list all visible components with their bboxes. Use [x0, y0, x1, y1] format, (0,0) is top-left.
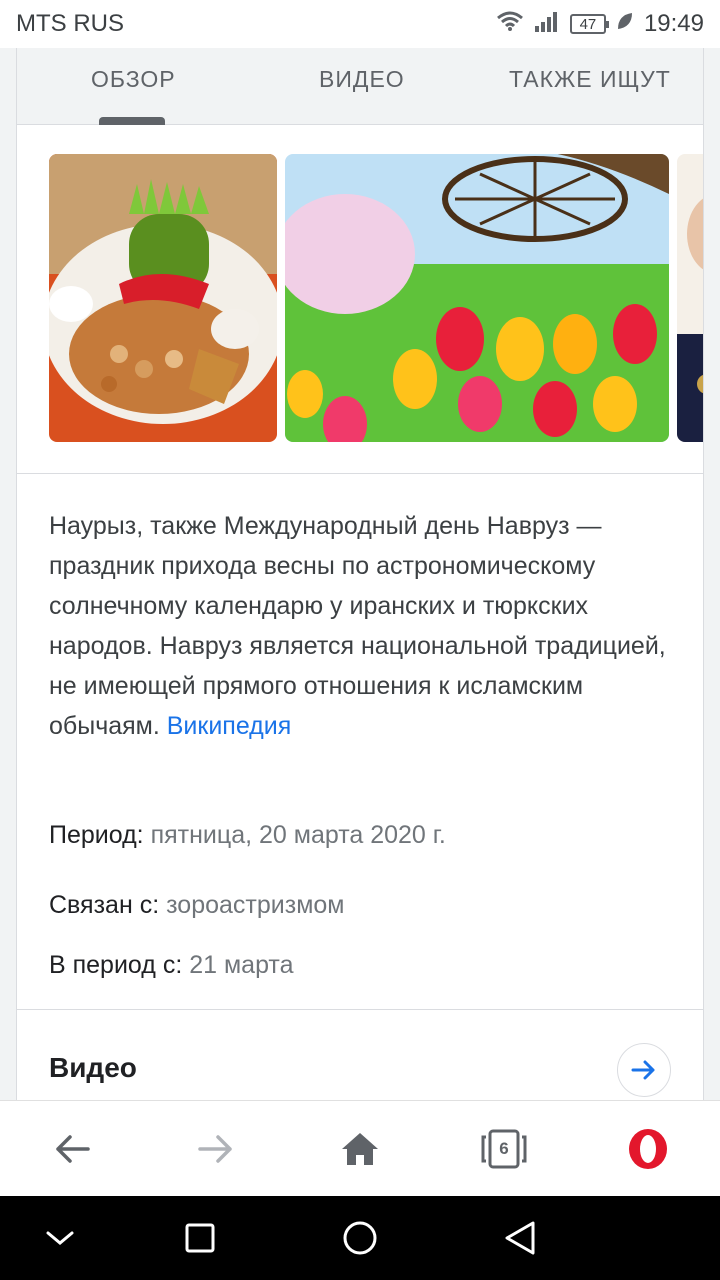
nav-back-button[interactable] [498, 1216, 542, 1260]
gallery-image-table[interactable] [49, 154, 277, 442]
video-more-button[interactable] [617, 1043, 671, 1097]
gallery-image-tulips[interactable] [285, 154, 669, 442]
status-icons: 47 19:49 [496, 10, 704, 39]
tab-video[interactable]: ВИДЕО [319, 66, 405, 93]
wifi-icon [496, 10, 524, 39]
active-tab-indicator [99, 117, 165, 125]
divider [17, 1009, 703, 1010]
fact-label: Связан с: [49, 891, 160, 919]
chevron-down-icon [46, 1231, 74, 1245]
fact-value[interactable]: пятница, 20 марта 2020 г. [151, 821, 446, 849]
tab-count: 6 [499, 1139, 509, 1158]
knowledge-panel: ОБЗОР ВИДЕО ТАКЖЕ ИЩУТ Наурыз, также Меж… [16, 48, 704, 1100]
tab-also-searched[interactable]: ТАКЖЕ ИЩУТ [509, 66, 671, 93]
nav-recents-button[interactable] [178, 1216, 222, 1260]
wikipedia-link[interactable]: Википедия [167, 712, 292, 740]
nav-hide-button[interactable] [38, 1216, 82, 1260]
circle-icon [343, 1221, 377, 1255]
system-nav-bar [0, 1196, 720, 1280]
fact-associated: Связан с: зороастризмом [17, 891, 376, 920]
home-icon [342, 1133, 378, 1165]
browser-toolbar: 6 [0, 1100, 720, 1196]
clock: 19:49 [643, 10, 704, 37]
triangle-back-icon [505, 1221, 535, 1255]
gallery-image-portrait[interactable] [677, 154, 703, 442]
tab-bar: ОБЗОР ВИДЕО ТАКЖЕ ИЩУТ [17, 48, 703, 125]
fact-period: Период: пятница, 20 марта 2020 г. [17, 821, 478, 850]
opera-logo-icon [629, 1129, 667, 1169]
battery-indicator: 47 [569, 14, 609, 34]
opera-menu-button[interactable] [624, 1125, 672, 1173]
arrow-left-icon [56, 1135, 90, 1163]
back-button[interactable] [48, 1125, 96, 1173]
square-icon [185, 1223, 215, 1253]
fact-label: В период с: [49, 951, 183, 979]
arrow-right-icon [198, 1135, 232, 1163]
description-body: Наурыз, также Международный день Навруз … [49, 512, 666, 740]
nav-home-button[interactable] [338, 1216, 382, 1260]
description-text: Наурыз, также Международный день Навруз … [17, 474, 703, 746]
tabs-button[interactable]: 6 [480, 1125, 528, 1173]
image-gallery [17, 125, 703, 474]
forward-button[interactable] [192, 1125, 240, 1173]
home-button[interactable] [336, 1125, 384, 1173]
video-section-title: Видео [49, 1052, 137, 1083]
status-bar: MTS RUS 47 19:49 [0, 0, 720, 48]
fact-period-from: В период с: 21 марта [17, 951, 326, 980]
leaf-icon [616, 10, 634, 38]
fact-value[interactable]: зороастризмом [166, 891, 344, 919]
fact-value[interactable]: 21 марта [189, 951, 293, 979]
arrow-right-icon [631, 1060, 655, 1080]
signal-icon [534, 10, 560, 39]
carrier-name: MTS RUS [16, 10, 124, 37]
tab-overview[interactable]: ОБЗОР [91, 66, 176, 93]
fact-label: Период: [49, 821, 144, 849]
